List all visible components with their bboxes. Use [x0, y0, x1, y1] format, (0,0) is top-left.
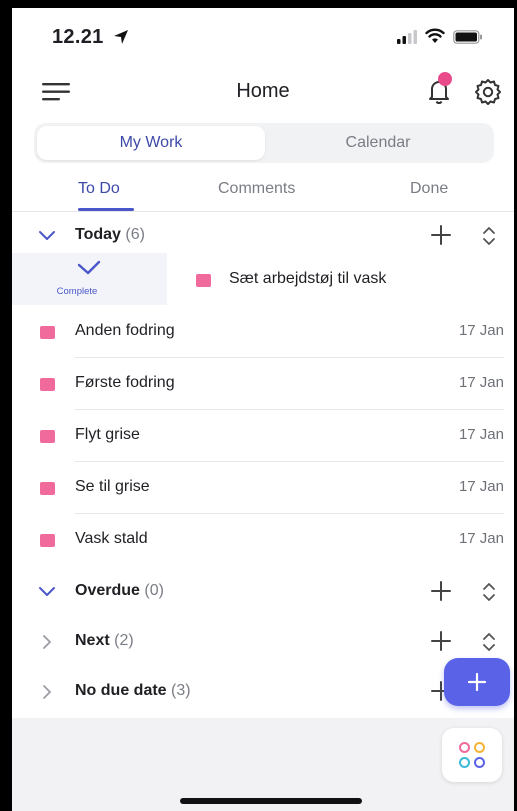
tab-comments[interactable]: Comments	[218, 180, 295, 198]
sort-icon[interactable]	[480, 631, 498, 653]
section-next[interactable]: Next (2)	[12, 618, 514, 666]
checkmark-icon	[77, 260, 101, 275]
swiped-task-row[interactable]: Complete Sæt arbejdstøj til vask	[12, 253, 514, 305]
chevron-right-icon[interactable]	[38, 633, 56, 651]
section-count: (6)	[125, 226, 145, 243]
status-bar: 12.21	[12, 8, 514, 64]
task-color-marker	[196, 274, 211, 287]
apps-grid-icon	[459, 742, 470, 753]
task-label: Flyt grise	[75, 426, 140, 443]
task-label: Vask stald	[75, 530, 148, 547]
chevron-right-icon[interactable]	[38, 683, 56, 701]
task-label: Se til grise	[75, 478, 150, 495]
task-color-marker	[40, 482, 55, 495]
section-title: No due date (3)	[75, 682, 191, 700]
task-label: Anden fodring	[75, 322, 175, 339]
section-name: No due date	[75, 682, 167, 699]
wifi-icon	[425, 28, 445, 43]
section-overdue[interactable]: Overdue (0)	[12, 568, 514, 616]
sort-icon[interactable]	[480, 225, 498, 247]
device-frame: 12.21 Home My Work Calendar To Do Commen…	[0, 0, 517, 811]
task-tabs: To Do Comments Done	[12, 168, 514, 212]
chevron-down-icon[interactable]	[38, 227, 56, 245]
section-title: Today (6)	[75, 226, 145, 244]
notification-badge	[438, 72, 452, 86]
apps-grid-icon	[474, 757, 485, 768]
section-count: (2)	[114, 632, 134, 649]
section-name: Next	[75, 632, 110, 649]
sort-icon[interactable]	[480, 581, 498, 603]
segment-my-work[interactable]: My Work	[37, 126, 265, 160]
apps-grid-icon	[474, 742, 485, 753]
complete-action-button[interactable]: Complete	[12, 253, 167, 305]
tab-done[interactable]: Done	[410, 180, 448, 198]
task-due-date: 17 Jan	[458, 374, 504, 391]
task-color-marker	[40, 378, 55, 391]
tab-todo[interactable]: To Do	[78, 180, 120, 198]
section-count: (3)	[171, 682, 191, 699]
app-screen: 12.21 Home My Work Calendar To Do Commen…	[12, 8, 514, 811]
active-tab-indicator	[78, 208, 134, 211]
location-arrow-icon	[114, 30, 128, 44]
plus-icon[interactable]	[430, 630, 452, 652]
task-label: Første fodring	[75, 374, 175, 391]
task-due-date: 17 Jan	[458, 322, 504, 339]
battery-icon	[453, 30, 482, 44]
view-segmented-control: My Work Calendar	[34, 123, 494, 163]
task-color-marker	[40, 326, 55, 339]
add-task-button[interactable]	[444, 658, 510, 706]
task-row[interactable]: Anden fodring 17 Jan	[12, 306, 514, 358]
plus-icon[interactable]	[430, 580, 452, 602]
task-row[interactable]: Vask stald 17 Jan	[12, 514, 514, 566]
apps-grid-icon	[459, 757, 470, 768]
plus-icon	[467, 672, 487, 692]
task-row[interactable]: Se til grise 17 Jan	[12, 462, 514, 514]
task-due-date: 17 Jan	[458, 530, 504, 547]
task-due-date: 17 Jan	[458, 426, 504, 443]
segment-calendar[interactable]: Calendar	[264, 126, 492, 160]
section-count: (0)	[144, 582, 164, 599]
task-row[interactable]: Flyt grise 17 Jan	[12, 410, 514, 462]
section-no-due-date[interactable]: No due date (3)	[12, 668, 514, 716]
task-row[interactable]: Første fodring 17 Jan	[12, 358, 514, 410]
status-time: 12.21	[52, 26, 104, 48]
task-label: Sæt arbejdstøj til vask	[229, 270, 387, 287]
app-header: Home	[12, 64, 514, 120]
gear-icon[interactable]	[474, 78, 502, 106]
home-indicator	[180, 798, 362, 804]
plus-icon[interactable]	[430, 224, 452, 246]
section-name: Today	[75, 226, 121, 243]
task-color-marker	[40, 534, 55, 547]
section-title: Next (2)	[75, 632, 134, 650]
chevron-down-icon[interactable]	[38, 583, 56, 601]
cell-signal-icon	[397, 30, 417, 44]
complete-label: Complete	[56, 286, 98, 297]
task-color-marker	[40, 430, 55, 443]
section-name: Overdue	[75, 582, 140, 599]
apps-grid-button[interactable]	[442, 728, 502, 782]
section-title: Overdue (0)	[75, 582, 164, 600]
task-due-date: 17 Jan	[458, 478, 504, 495]
